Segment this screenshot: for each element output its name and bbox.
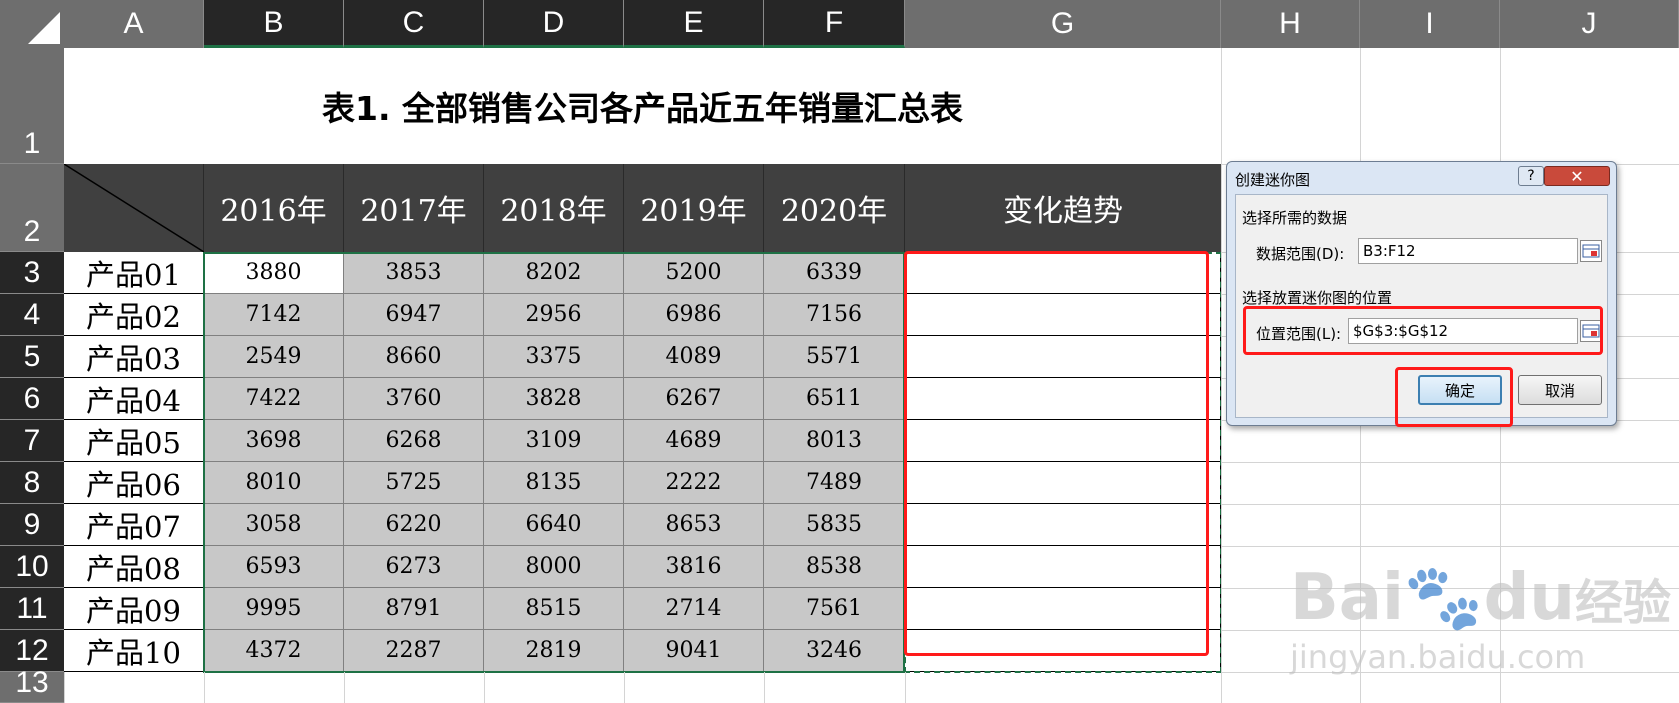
column-header-j[interactable]: J bbox=[1500, 0, 1679, 48]
trend-header[interactable]: 变化趋势 bbox=[905, 164, 1221, 252]
section-data-label: 选择所需的数据 bbox=[1242, 209, 1348, 227]
product-label[interactable]: 产品08 bbox=[64, 546, 204, 588]
close-button[interactable]: ✕ bbox=[1544, 166, 1610, 186]
location-range-input[interactable]: $G$3:$G$12 bbox=[1348, 318, 1578, 344]
row-header-6[interactable]: 6 bbox=[0, 378, 64, 420]
column-header-c[interactable]: C bbox=[344, 0, 484, 48]
gridline bbox=[764, 672, 765, 703]
section-location-label: 选择放置迷你图的位置 bbox=[1242, 289, 1393, 307]
watermark-url: jingyan.baidu.com bbox=[1290, 638, 1586, 676]
dialog-body: 选择所需的数据 数据范围(D): B3:F12 选择放置迷你图的位置 位置范围(… bbox=[1235, 194, 1608, 418]
column-header-a[interactable]: A bbox=[64, 0, 204, 48]
year-header-5[interactable]: 2020年 bbox=[764, 164, 905, 252]
marching-ants-border bbox=[904, 252, 1222, 673]
gridline bbox=[1221, 504, 1679, 505]
range-picker-icon bbox=[1582, 324, 1600, 338]
create-sparklines-dialog: 创建迷你图 ? ✕ 选择所需的数据 数据范围(D): B3:F12 选择放置迷你… bbox=[1226, 161, 1617, 426]
watermark-logo: Bai🐾du经验 bbox=[1290, 561, 1671, 635]
gridline bbox=[204, 672, 205, 703]
row-header-7[interactable]: 7 bbox=[0, 420, 64, 462]
row-header-4[interactable]: 4 bbox=[0, 294, 64, 336]
gridline bbox=[484, 672, 485, 703]
column-header-d[interactable]: D bbox=[484, 0, 624, 48]
range-picker-icon bbox=[1582, 244, 1600, 258]
gridline bbox=[1221, 462, 1679, 463]
gridline bbox=[624, 672, 625, 703]
location-range-picker-button[interactable] bbox=[1580, 320, 1602, 342]
row-header-5[interactable]: 5 bbox=[0, 336, 64, 378]
year-header-4[interactable]: 2019年 bbox=[624, 164, 764, 252]
row-header-1[interactable]: 1 bbox=[0, 48, 64, 164]
gridline bbox=[905, 672, 906, 703]
gridline bbox=[64, 672, 65, 703]
column-header-h[interactable]: H bbox=[1221, 0, 1360, 48]
sheet-title: 表1. 全部销售公司各产品近五年销量汇总表 bbox=[64, 48, 1221, 164]
year-header-1[interactable]: 2016年 bbox=[204, 164, 344, 252]
product-label[interactable]: 产品06 bbox=[64, 462, 204, 504]
selection-border bbox=[203, 252, 905, 673]
data-range-label: 数据范围(D): bbox=[1256, 245, 1345, 263]
paw-icon: 🐾 bbox=[1403, 561, 1484, 635]
select-all-corner[interactable] bbox=[0, 0, 64, 48]
product-label[interactable]: 产品05 bbox=[64, 420, 204, 462]
column-header-e[interactable]: E bbox=[624, 0, 764, 48]
product-label[interactable]: 产品01 bbox=[64, 252, 204, 294]
year-header-2[interactable]: 2017年 bbox=[344, 164, 484, 252]
select-all-triangle-icon bbox=[28, 12, 60, 44]
gridline bbox=[1221, 48, 1222, 703]
column-header-f[interactable]: F bbox=[764, 0, 905, 48]
product-label[interactable]: 产品02 bbox=[64, 294, 204, 336]
column-header-i[interactable]: I bbox=[1360, 0, 1500, 48]
product-label[interactable]: 产品10 bbox=[64, 630, 204, 672]
column-header-g[interactable]: G bbox=[905, 0, 1221, 48]
data-range-picker-button[interactable] bbox=[1580, 240, 1602, 262]
product-label[interactable]: 产品07 bbox=[64, 504, 204, 546]
year-header-3[interactable]: 2018年 bbox=[484, 164, 624, 252]
location-range-label: 位置范围(L): bbox=[1256, 325, 1342, 343]
diagonal-line-icon bbox=[63, 163, 205, 253]
cancel-button[interactable]: 取消 bbox=[1518, 375, 1602, 405]
product-label[interactable]: 产品09 bbox=[64, 588, 204, 630]
row-header-2[interactable]: 2 bbox=[0, 164, 64, 252]
dialog-title: 创建迷你图 bbox=[1235, 171, 1311, 189]
row-header-8[interactable]: 8 bbox=[0, 462, 64, 504]
row-header-11[interactable]: 11 bbox=[0, 588, 64, 630]
column-header-b[interactable]: B bbox=[204, 0, 344, 48]
ok-button[interactable]: 确定 bbox=[1418, 375, 1502, 405]
data-range-input[interactable]: B3:F12 bbox=[1358, 238, 1578, 264]
product-label[interactable]: 产品03 bbox=[64, 336, 204, 378]
help-button[interactable]: ? bbox=[1518, 166, 1544, 186]
row-header-3[interactable]: 3 bbox=[0, 252, 64, 294]
row-header-13[interactable]: 13 bbox=[0, 666, 64, 703]
gridline bbox=[344, 672, 345, 703]
product-label[interactable]: 产品04 bbox=[64, 378, 204, 420]
row-header-10[interactable]: 10 bbox=[0, 546, 64, 588]
row-header-9[interactable]: 9 bbox=[0, 504, 64, 546]
gridline bbox=[1221, 546, 1679, 547]
diagonal-header-cell[interactable] bbox=[63, 163, 205, 253]
